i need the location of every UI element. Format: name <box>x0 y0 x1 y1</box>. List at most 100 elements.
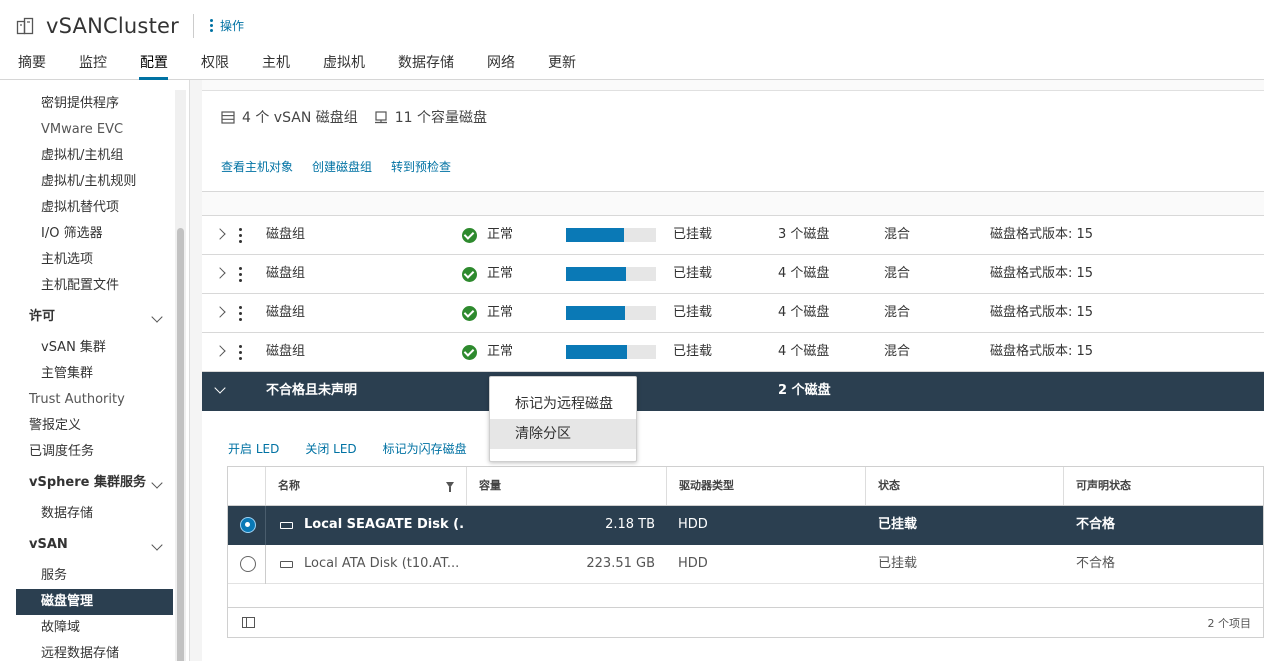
summary-actions: 查看主机对象 创建磁盘组 转到预检查 <box>221 158 470 175</box>
nav-remote-datastores[interactable]: 远程数据存储 <box>16 641 173 661</box>
column-header-drive-type[interactable]: 驱动器类型 <box>666 467 865 505</box>
nav-vmware-evc[interactable]: VMware EVC <box>16 117 173 143</box>
column-header-claim-state[interactable]: 可声明状态 <box>1063 467 1263 505</box>
header-divider <box>193 14 194 38</box>
nav-supervisor-cluster[interactable]: 主管集群 <box>16 361 173 387</box>
actions-menu-button[interactable]: 操作 <box>210 17 244 34</box>
disk-claim-state: 不合格 <box>1076 556 1116 571</box>
sidebar-scrollbar[interactable] <box>175 90 186 661</box>
chevron-right-icon[interactable] <box>214 306 226 318</box>
row-radio[interactable] <box>240 556 256 572</box>
ineligible-disks-row[interactable]: 不合格且未声明 2 个磁盘 <box>202 372 1264 411</box>
nav-io-filters[interactable]: I/O 筛选器 <box>16 221 173 247</box>
disk-name: Local SEAGATE Disk (... <box>304 517 464 532</box>
disk-row[interactable]: Local SEAGATE Disk (... 2.18 TB HDD 已挂载 … <box>228 506 1263 545</box>
nav-vm-host-groups[interactable]: 虚拟机/主机组 <box>16 143 173 169</box>
column-toggle-icon[interactable] <box>242 617 255 628</box>
tab-networks[interactable]: 网络 <box>470 52 531 80</box>
row-kebab-icon[interactable] <box>239 228 243 246</box>
disk-capacity: 2.18 TB <box>605 517 655 532</box>
nav-group-licensing[interactable]: 许可 <box>16 304 173 330</box>
disk-group-row[interactable]: 磁盘组 正常 已挂载 4 个磁盘 混合 磁盘格式版本: 15 <box>202 255 1264 294</box>
nav-fault-domains[interactable]: 故障域 <box>16 615 173 641</box>
chevron-right-icon[interactable] <box>214 267 226 279</box>
nav-vm-overrides[interactable]: 虚拟机替代项 <box>16 195 173 221</box>
mark-as-flash-button[interactable]: 标记为闪存磁盘 <box>383 440 467 457</box>
nav-services[interactable]: 服务 <box>16 563 173 589</box>
nav-vsan-cluster[interactable]: vSAN 集群 <box>16 335 173 361</box>
nav-group-vsan[interactable]: vSAN <box>16 532 173 558</box>
disk-group-name: 磁盘组 <box>266 227 306 242</box>
row-kebab-icon[interactable] <box>239 267 243 285</box>
go-to-prechecks-link[interactable]: 转到预检查 <box>391 158 451 175</box>
disk-group-row[interactable]: 磁盘组 正常 已挂载 4 个磁盘 混合 磁盘格式版本: 15 <box>202 333 1264 372</box>
tab-datastores[interactable]: 数据存储 <box>381 52 470 80</box>
usage-bar-fill <box>566 267 627 281</box>
create-disk-group-link[interactable]: 创建磁盘组 <box>312 158 372 175</box>
usage-bar <box>566 345 656 359</box>
usage-bar <box>566 306 656 320</box>
turn-off-led-button[interactable]: 关闭 LED <box>305 440 356 457</box>
filter-icon[interactable] <box>446 482 454 492</box>
disk-state: 已挂载 <box>878 556 918 571</box>
chevron-right-icon[interactable] <box>214 345 226 357</box>
scrollbar-thumb[interactable] <box>177 228 184 661</box>
column-header-name[interactable]: 名称 <box>265 467 466 505</box>
tab-updates[interactable]: 更新 <box>531 52 592 80</box>
nav-group-vsphere-cluster-services[interactable]: vSphere 集群服务 <box>16 470 173 496</box>
ok-check-icon <box>462 228 477 243</box>
chevron-down-icon <box>151 477 163 489</box>
nav-datastores[interactable]: 数据存储 <box>16 501 173 527</box>
chevron-down-icon[interactable] <box>214 382 226 394</box>
tab-permissions[interactable]: 权限 <box>184 52 245 80</box>
row-kebab-icon[interactable] <box>239 345 243 363</box>
nav-host-options[interactable]: 主机选项 <box>16 247 173 273</box>
disk-group-type: 混合 <box>884 227 911 242</box>
datagrid-header: 名称 容量 驱动器类型 状态 可声明状态 <box>228 467 1263 506</box>
column-header-state[interactable]: 状态 <box>865 467 1063 505</box>
nav-trust-authority[interactable]: Trust Authority <box>16 387 173 413</box>
tab-summary[interactable]: 摘要 <box>0 52 62 80</box>
disk-state: 已挂载 <box>878 517 918 532</box>
disk-datagrid: 名称 容量 驱动器类型 状态 可声明状态 Local SEAGATE Disk … <box>227 466 1264 638</box>
turn-on-led-button[interactable]: 开启 LED <box>228 440 279 457</box>
disk-count: 4 个磁盘 <box>778 266 830 281</box>
disk-group-row[interactable]: 磁盘组 正常 已挂载 3 个磁盘 混合 磁盘格式版本: 15 <box>202 216 1264 255</box>
disk-group-name: 磁盘组 <box>266 305 306 320</box>
nav-key-providers[interactable]: 密钥提供程序 <box>16 91 173 117</box>
menu-item-erase-partitions[interactable]: 清除分区 <box>490 419 636 449</box>
nav-alarm-definitions[interactable]: 警报定义 <box>16 413 173 439</box>
tab-monitor[interactable]: 监控 <box>62 52 123 80</box>
nav-host-profile[interactable]: 主机配置文件 <box>16 273 173 299</box>
usage-bar-fill <box>566 345 628 359</box>
nav-scheduled-tasks[interactable]: 已调度任务 <box>16 439 173 465</box>
nav-group-label: vSphere 集群服务 <box>29 475 146 490</box>
disk-row[interactable]: Local ATA Disk (t10.AT... 223.51 GB HDD … <box>228 545 1263 584</box>
mount-state: 已挂载 <box>673 344 713 359</box>
disk-count: 4 个磁盘 <box>778 344 830 359</box>
tab-configure[interactable]: 配置 <box>123 52 184 80</box>
column-header-capacity[interactable]: 容量 <box>466 467 666 505</box>
health-status: 正常 <box>487 227 514 242</box>
row-divider <box>265 506 266 545</box>
kebab-icon <box>210 17 214 34</box>
mount-state: 已挂载 <box>673 227 713 242</box>
disk-group-type: 混合 <box>884 344 911 359</box>
object-tabs: 摘要 监控 配置 权限 主机 虚拟机 数据存储 网络 更新 <box>0 52 592 80</box>
chevron-right-icon[interactable] <box>214 228 226 240</box>
view-host-objects-link[interactable]: 查看主机对象 <box>221 158 293 175</box>
menu-item-mark-as-remote[interactable]: 标记为远程磁盘 <box>490 389 636 419</box>
nav-vm-host-rules[interactable]: 虚拟机/主机规则 <box>16 169 173 195</box>
disk-group-type: 混合 <box>884 266 911 281</box>
disk-group-row[interactable]: 磁盘组 正常 已挂载 4 个磁盘 混合 磁盘格式版本: 15 <box>202 294 1264 333</box>
row-kebab-icon[interactable] <box>239 306 243 324</box>
tab-hosts[interactable]: 主机 <box>245 52 306 80</box>
ineligible-detail-panel: 开启 LED 关闭 LED 标记为闪存磁盘 名称 容量 驱动器类型 状态 可声明… <box>202 411 1264 661</box>
row-radio[interactable] <box>240 517 256 533</box>
tab-vms[interactable]: 虚拟机 <box>306 52 381 80</box>
disk-drive-type: HDD <box>678 556 708 571</box>
disk-format-version: 磁盘格式版本: 15 <box>990 266 1094 281</box>
nav-disk-management[interactable]: 磁盘管理 <box>16 589 173 615</box>
disk-group-table: 磁盘组 正常 已挂载 3 个磁盘 混合 磁盘格式版本: 15 磁盘组 正常 已挂… <box>202 215 1264 661</box>
capacity-disk-icon <box>374 110 387 123</box>
